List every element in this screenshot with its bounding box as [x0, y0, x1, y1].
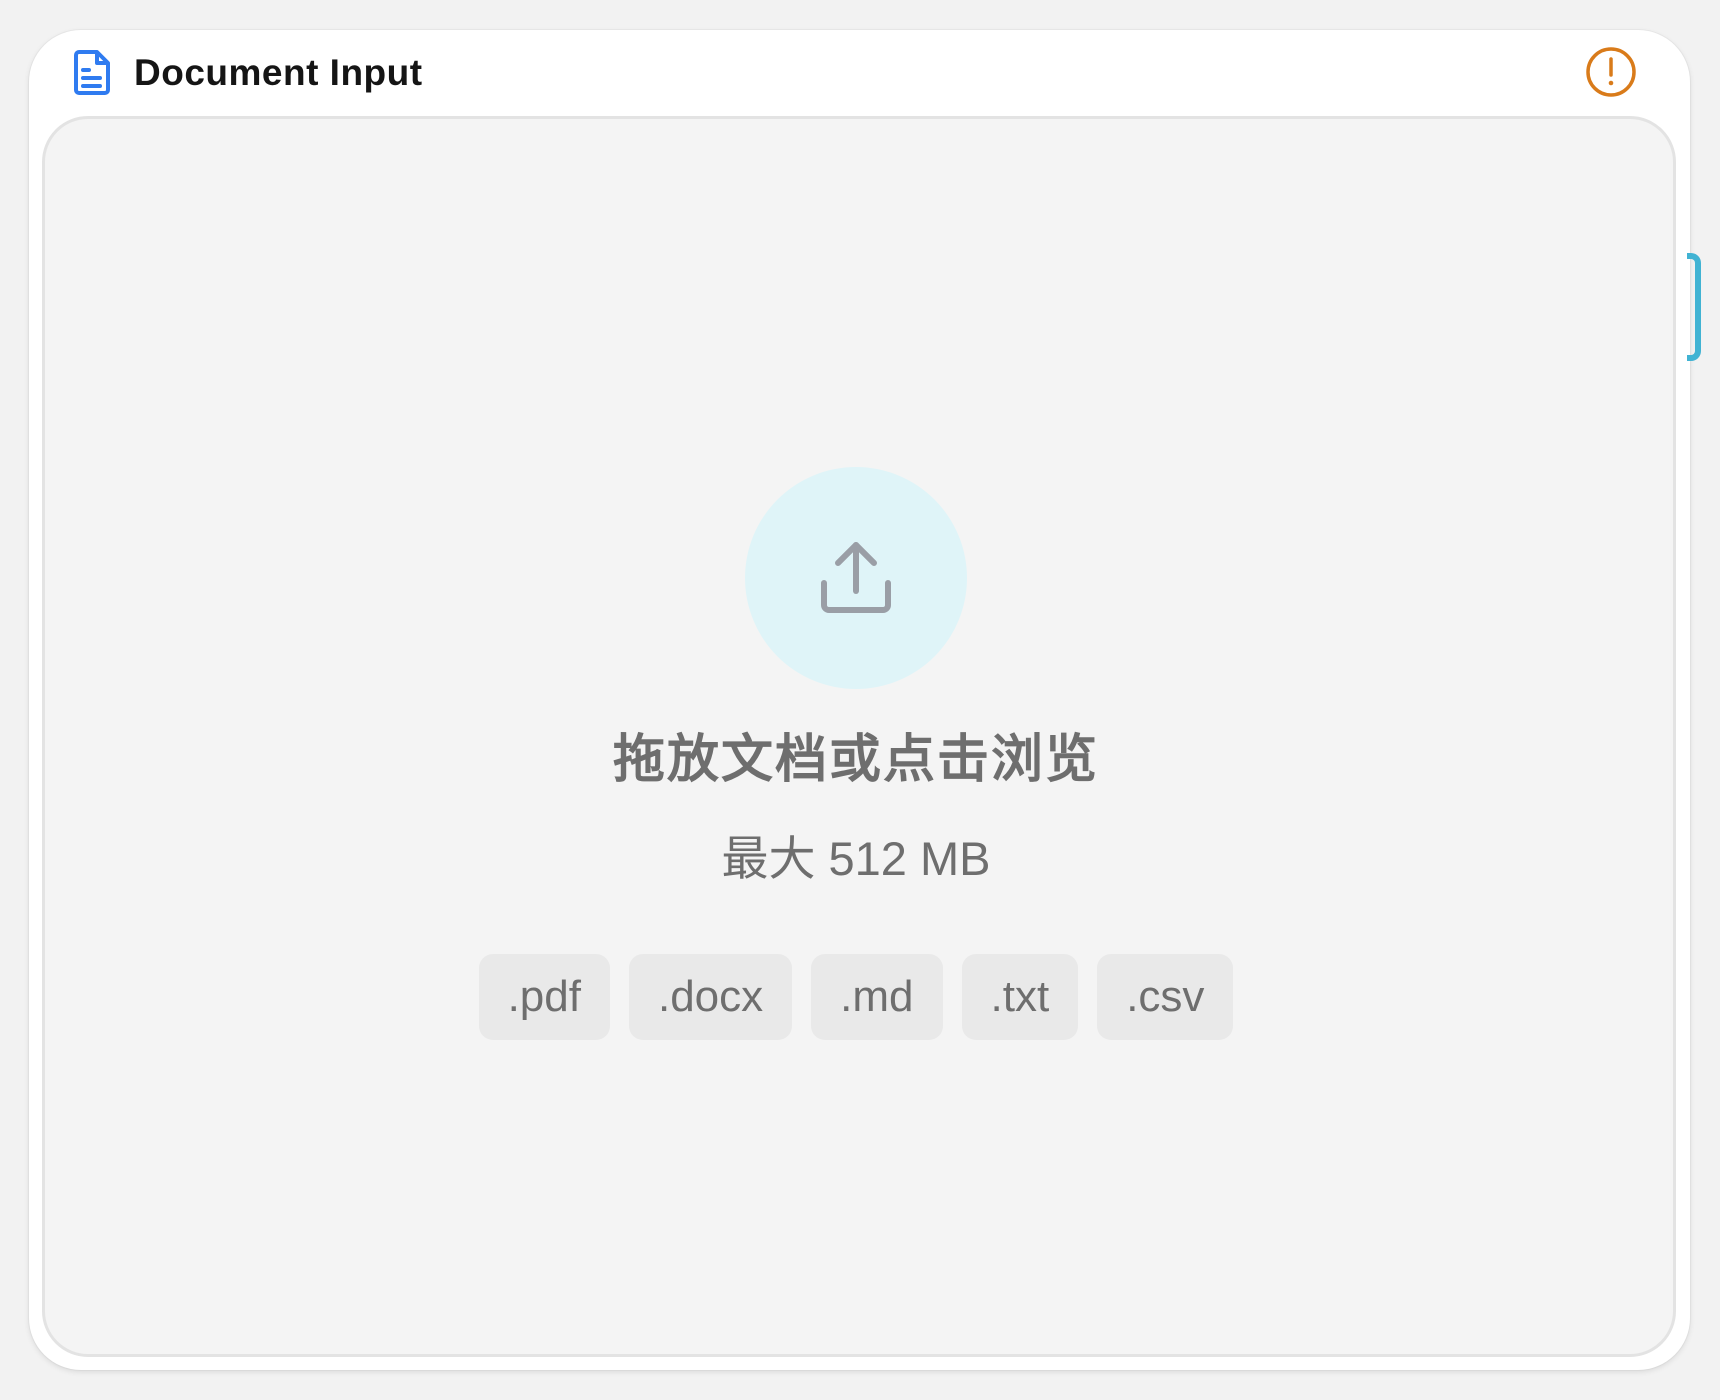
- warning-icon[interactable]: [1584, 45, 1638, 99]
- upload-icon-circle: [745, 467, 967, 689]
- node-title: Document Input: [134, 52, 423, 93]
- output-connection-handle[interactable]: [1687, 253, 1701, 361]
- accepted-formats: .pdf .docx .md .txt .csv: [45, 954, 1667, 1040]
- file-drop-zone[interactable]: 拖放文档或点击浏览 最大 512 MB .pdf .docx .md .txt …: [42, 116, 1676, 1357]
- format-chip-md: .md: [811, 954, 943, 1040]
- document-icon: [74, 50, 110, 95]
- format-chip-csv: .csv: [1097, 954, 1234, 1040]
- document-input-node[interactable]: Document Input 拖放文档或点击浏览 最大 512 MB .pdf …: [29, 30, 1690, 1370]
- upload-icon: [821, 542, 891, 613]
- format-chip-docx: .docx: [628, 954, 793, 1040]
- file-size-limit: 最大 512 MB: [721, 832, 991, 885]
- format-chip-pdf: .pdf: [478, 954, 610, 1040]
- node-header[interactable]: Document Input: [29, 30, 1690, 116]
- format-chip-txt: .txt: [961, 954, 1079, 1040]
- drop-zone-title: 拖放文档或点击浏览: [612, 731, 1099, 789]
